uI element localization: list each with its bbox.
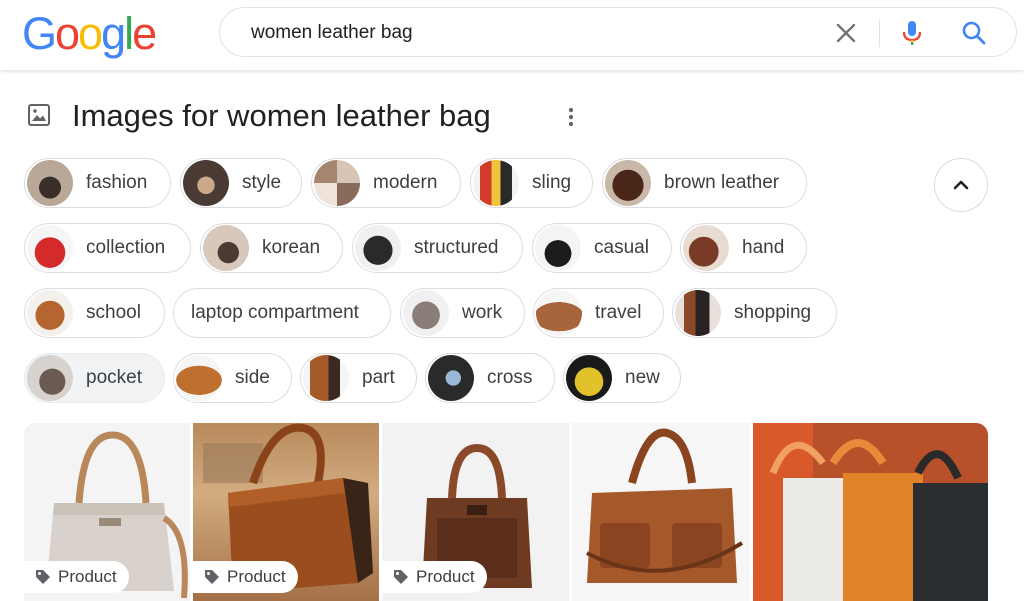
chip-thumbnail bbox=[203, 225, 249, 271]
product-tag: Product bbox=[382, 561, 487, 593]
chip-cross[interactable]: cross bbox=[425, 353, 555, 403]
voice-search-button[interactable] bbox=[900, 18, 924, 48]
product-tag-label: Product bbox=[416, 567, 475, 586]
chip-work[interactable]: work bbox=[400, 288, 525, 338]
close-icon bbox=[836, 23, 856, 43]
chip-thumbnail bbox=[428, 355, 474, 401]
chip-casual[interactable]: casual bbox=[532, 223, 672, 273]
chip-new[interactable]: new bbox=[563, 353, 681, 403]
more-vert-icon[interactable] bbox=[562, 105, 580, 129]
chip-label: shopping bbox=[734, 302, 812, 323]
chip-label: cross bbox=[487, 367, 533, 388]
clear-button[interactable] bbox=[832, 19, 860, 47]
product-tag: Product bbox=[193, 561, 298, 593]
chip-thumbnail bbox=[183, 160, 229, 206]
search-divider bbox=[879, 19, 880, 47]
chip-label: sling bbox=[532, 172, 572, 193]
chip-collection[interactable]: collection bbox=[24, 223, 191, 273]
chip-label: school bbox=[86, 302, 141, 323]
chip-thumbnail bbox=[314, 160, 360, 206]
chip-thumbnail bbox=[566, 355, 612, 401]
logo-letter: e bbox=[132, 8, 157, 59]
chip-label: style bbox=[242, 172, 282, 193]
logo-letter: l bbox=[124, 8, 134, 59]
chip-style[interactable]: style bbox=[180, 158, 302, 208]
handbag-image bbox=[586, 428, 744, 583]
image-result[interactable]: Product bbox=[382, 423, 569, 601]
chip-label: brown leather bbox=[664, 172, 780, 193]
chip-travel[interactable]: travel bbox=[533, 288, 664, 338]
chip-sling[interactable]: sling bbox=[470, 158, 593, 208]
chip-side[interactable]: side bbox=[173, 353, 292, 403]
chip-thumbnail bbox=[176, 355, 222, 401]
mic-icon bbox=[902, 21, 922, 45]
chip-laptop-compartment[interactable]: laptop compartment bbox=[173, 288, 391, 338]
chip-label: laptop compartment bbox=[191, 302, 359, 323]
chip-label: pocket bbox=[86, 367, 142, 388]
image-result[interactable]: Product bbox=[24, 423, 190, 601]
chip-thumbnail bbox=[303, 355, 349, 401]
chip-label: side bbox=[235, 367, 270, 388]
chip-modern[interactable]: modern bbox=[311, 158, 461, 208]
search-icon bbox=[962, 21, 986, 45]
chip-label: new bbox=[625, 367, 660, 388]
label-icon bbox=[394, 570, 408, 584]
chip-thumbnail bbox=[27, 160, 73, 206]
product-tag-label: Product bbox=[227, 567, 286, 586]
chip-hand[interactable]: hand bbox=[680, 223, 807, 273]
image-result[interactable] bbox=[753, 423, 988, 601]
handbag-image bbox=[753, 423, 988, 601]
chip-label: casual bbox=[594, 237, 649, 258]
label-icon bbox=[36, 570, 50, 584]
chip-thumbnail bbox=[683, 225, 729, 271]
chip-pocket[interactable]: pocket bbox=[24, 353, 165, 403]
image-result[interactable] bbox=[572, 423, 750, 601]
chip-thumbnail bbox=[27, 290, 73, 336]
search-button[interactable] bbox=[960, 19, 988, 47]
header: Google women leather bag bbox=[0, 0, 1024, 70]
chip-label: structured bbox=[414, 237, 499, 258]
google-logo[interactable]: Google bbox=[22, 8, 157, 59]
chip-label: collection bbox=[86, 237, 166, 258]
chip-structured[interactable]: structured bbox=[352, 223, 523, 273]
chip-label: modern bbox=[373, 172, 438, 193]
chip-thumbnail bbox=[675, 290, 721, 336]
chip-fashion[interactable]: fashion bbox=[24, 158, 171, 208]
chip-thumbnail bbox=[27, 225, 73, 271]
image-result[interactable]: Product bbox=[193, 423, 379, 601]
chip-korean[interactable]: korean bbox=[200, 223, 343, 273]
logo-letter: o bbox=[55, 8, 80, 59]
chip-label: korean bbox=[262, 237, 321, 258]
chip-label: part bbox=[362, 367, 395, 388]
chip-thumbnail bbox=[27, 355, 73, 401]
chip-thumbnail bbox=[605, 160, 651, 206]
chip-shopping[interactable]: shopping bbox=[672, 288, 837, 338]
chip-thumbnail bbox=[536, 290, 582, 336]
logo-letter: G bbox=[22, 8, 57, 59]
logo-letter: o bbox=[78, 8, 103, 59]
chip-school[interactable]: school bbox=[24, 288, 165, 338]
search-box[interactable]: women leather bag bbox=[219, 7, 1017, 57]
image-icon bbox=[28, 104, 50, 126]
collapse-chips-button[interactable] bbox=[934, 158, 988, 212]
chip-thumbnail bbox=[535, 225, 581, 271]
chip-brown-leather[interactable]: brown leather bbox=[602, 158, 807, 208]
chip-thumbnail bbox=[473, 160, 519, 206]
label-icon bbox=[205, 570, 219, 584]
logo-letter: g bbox=[101, 8, 126, 59]
chip-label: work bbox=[462, 302, 503, 323]
chip-label: travel bbox=[595, 302, 642, 323]
section-title: Images for women leather bag bbox=[72, 98, 491, 133]
chip-thumbnail bbox=[403, 290, 449, 336]
chip-label: hand bbox=[742, 237, 785, 258]
chip-part[interactable]: part bbox=[300, 353, 417, 403]
chevron-up-icon bbox=[953, 180, 969, 190]
product-tag-label: Product bbox=[58, 567, 117, 586]
product-tag: Product bbox=[24, 561, 129, 593]
search-input[interactable]: women leather bag bbox=[251, 22, 413, 44]
chip-thumbnail bbox=[355, 225, 401, 271]
chip-label: fashion bbox=[86, 172, 148, 193]
